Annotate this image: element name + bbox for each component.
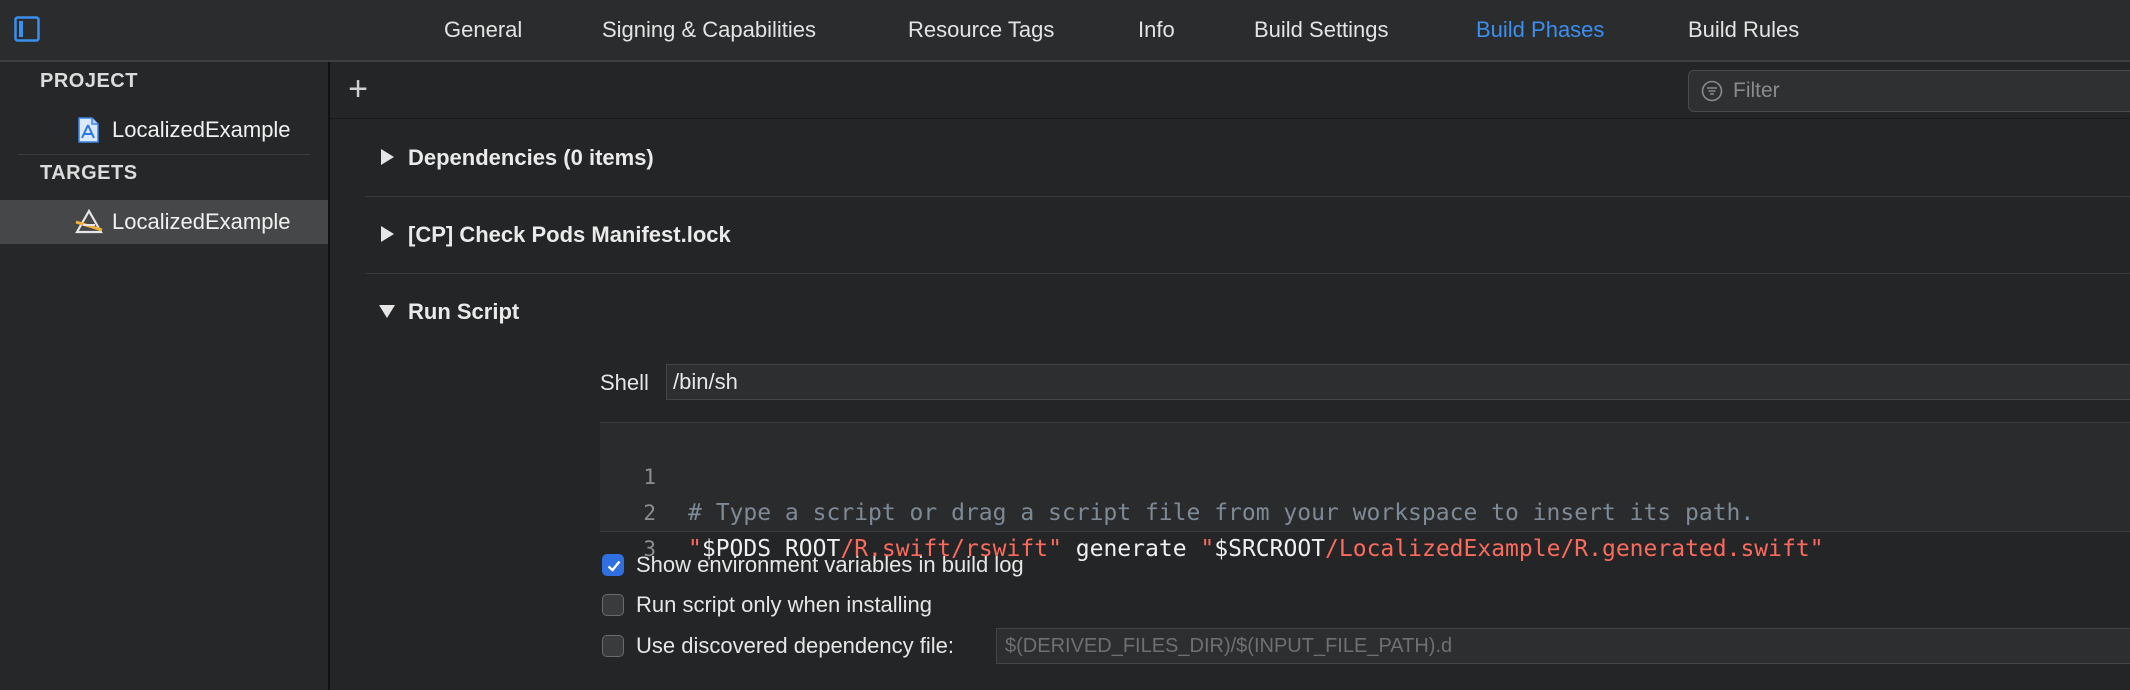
disclosure-expanded-icon[interactable]: [378, 302, 396, 320]
code-line: 1 # Type a script or drag a script file …: [600, 423, 1754, 526]
code-variable: $SRCROOT: [1214, 536, 1326, 562]
code-quote: ": [1809, 536, 1824, 562]
disclosure-collapsed-icon[interactable]: [378, 225, 396, 243]
filter-icon: [1701, 80, 1723, 102]
option-label: Use discovered dependency file:: [636, 633, 954, 658]
sidebar-item-target[interactable]: LocalizedExample: [0, 200, 328, 244]
tab-build-phases[interactable]: Build Phases: [1476, 0, 1604, 60]
use-dependency-file-checkbox[interactable]: [602, 635, 624, 657]
disclosure-collapsed-icon[interactable]: [378, 148, 396, 166]
sidebar-item-project[interactable]: LocalizedExample: [0, 108, 328, 152]
filter-field[interactable]: Filter: [1688, 70, 2130, 112]
code-plain: generate: [1061, 536, 1201, 562]
phase-check-pods-manifest[interactable]: [CP] Check Pods Manifest.lock: [366, 197, 2130, 274]
filter-placeholder: Filter: [1733, 79, 1780, 102]
code-comment: # Type a script or drag a script file fr…: [688, 500, 1755, 526]
tab-build-rules[interactable]: Build Rules: [1688, 0, 1799, 60]
project-targets-sidebar: PROJECT LocalizedExample TARGETS Localiz…: [0, 62, 330, 690]
dependency-file-field[interactable]: $(DERIVED_FILES_DIR)/$(INPUT_FILE_PATH).…: [996, 628, 2130, 664]
phase-title: Dependencies (0 items): [408, 145, 654, 170]
shell-input[interactable]: /bin/sh: [666, 364, 2130, 400]
sidebar-divider: [18, 154, 310, 155]
sidebar-item-label: LocalizedExample: [112, 209, 291, 234]
phase-title: Run Script: [408, 299, 520, 324]
phases-toolbar: + Filter: [330, 62, 2130, 119]
project-file-icon: [74, 116, 102, 144]
targets-section-header: TARGETS: [40, 162, 138, 184]
tab-build-settings[interactable]: Build Settings: [1254, 0, 1389, 60]
code-quote: ": [1048, 536, 1062, 562]
code-line: 2 "$PODS_ROOT/R.swift/rswift" generate "…: [600, 459, 1823, 562]
run-only-when-installing-checkbox[interactable]: [602, 594, 624, 616]
phase-title: [CP] Check Pods Manifest.lock: [408, 222, 731, 247]
project-section-header: PROJECT: [40, 70, 138, 92]
app-target-icon: [74, 208, 103, 236]
build-phases-editor: + Filter Dependencies (0 items) [CP] Che…: [330, 62, 2130, 690]
script-editor[interactable]: 1 # Type a script or drag a script file …: [600, 422, 2130, 562]
shell-label: Shell: [600, 370, 649, 395]
phase-run-script[interactable]: Run Script: [366, 274, 2130, 350]
option-label: Show environment variables in build log: [636, 552, 1024, 577]
tab-resource-tags[interactable]: Resource Tags: [908, 0, 1054, 60]
add-build-phase-button[interactable]: +: [342, 72, 374, 106]
code-line: 3: [600, 495, 683, 561]
phase-dependencies[interactable]: Dependencies (0 items): [366, 120, 2130, 197]
option-label: Run script only when installing: [636, 592, 932, 617]
show-env-vars-checkbox[interactable]: [602, 554, 624, 576]
code-quote: ": [1200, 536, 1215, 562]
editor-tab-bar: General Signing & Capabilities Resource …: [0, 0, 2130, 62]
code-string: /LocalizedExample/R.generated.swift: [1325, 536, 1810, 562]
sidebar-item-label: LocalizedExample: [112, 117, 291, 142]
tab-info[interactable]: Info: [1138, 0, 1175, 60]
sidebar-toggle-icon[interactable]: [14, 16, 40, 42]
tab-signing-capabilities[interactable]: Signing & Capabilities: [602, 0, 816, 60]
tab-general[interactable]: General: [444, 0, 522, 60]
